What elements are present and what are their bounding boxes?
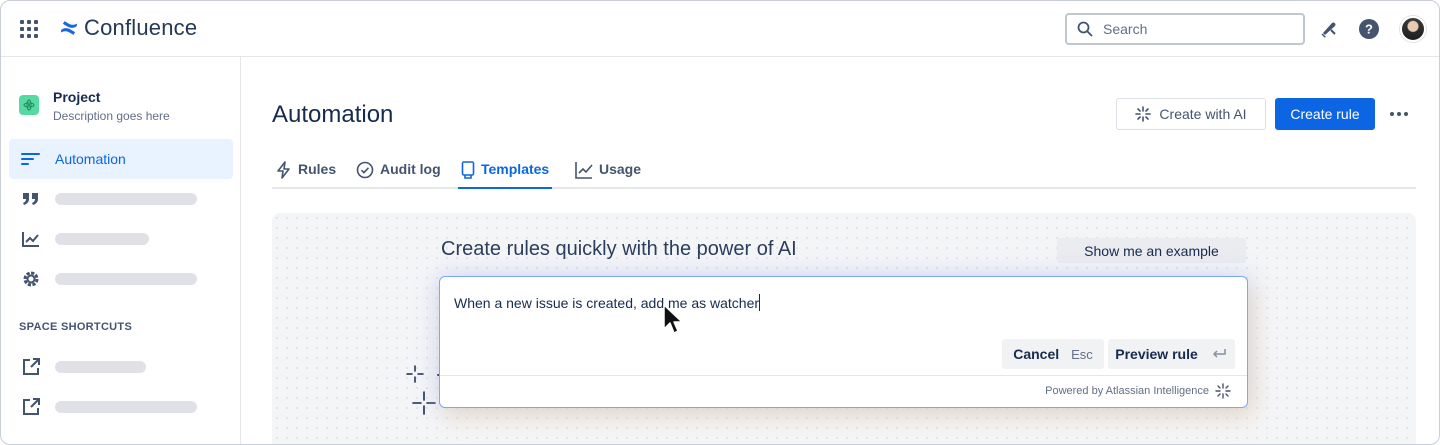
shortcut-item[interactable] <box>9 347 233 387</box>
placeholder-skeleton <box>55 361 146 373</box>
sidebar-item-automation[interactable]: Automation <box>9 139 233 179</box>
preview-rule-label: Preview rule <box>1115 346 1198 362</box>
app-name: Confluence <box>84 15 198 40</box>
powered-by-text: Powered by Atlassian Intelligence <box>1045 385 1209 397</box>
ai-panel-heading: Create rules quickly with the power of A… <box>441 238 797 260</box>
sidebar-item-label: Automation <box>55 151 126 167</box>
search-input[interactable] <box>1103 21 1283 37</box>
tab-rules[interactable]: Rules <box>276 161 336 189</box>
app-switcher-icon[interactable] <box>20 20 38 38</box>
atom-icon <box>23 99 35 111</box>
help-button[interactable]: ? <box>1357 17 1381 41</box>
placeholder-skeleton <box>55 233 149 245</box>
text-caret <box>759 294 761 311</box>
tab-label: Usage <box>599 161 642 177</box>
tab-templates[interactable]: Templates <box>458 161 553 189</box>
create-rule-button[interactable]: Create rule <box>1275 98 1375 130</box>
template-icon <box>461 161 475 179</box>
ai-prompt-card: When a new issue is created, add me as w… <box>439 276 1248 408</box>
search-box[interactable] <box>1065 13 1305 45</box>
more-options-icon[interactable] <box>1387 105 1411 123</box>
placeholder-skeleton <box>55 273 197 285</box>
tab-audit-log[interactable]: Audit log <box>356 161 441 189</box>
project-description: Description goes here <box>53 109 170 123</box>
prompt-input-text: When a new issue is created, add me as w… <box>454 295 760 311</box>
svg-text:?: ? <box>1365 22 1373 37</box>
sidebar-item-quotes[interactable] <box>9 179 233 219</box>
sparkle-icon <box>412 391 436 415</box>
notification-bell-icon <box>1321 22 1336 38</box>
prompt-card-footer: Powered by Atlassian Intelligence <box>440 375 1247 407</box>
sidebar: Project Description goes here Automation <box>1 57 241 444</box>
tab-label: Templates <box>481 161 550 177</box>
shortcut-item[interactable] <box>9 387 233 427</box>
bolt-icon <box>277 161 290 179</box>
sidebar-item-settings[interactable] <box>9 259 233 299</box>
sparkle-icon <box>406 365 424 383</box>
user-avatar[interactable] <box>1400 16 1426 42</box>
project-title: Project <box>53 89 101 105</box>
check-circle-icon <box>356 161 374 179</box>
project-icon <box>19 95 39 115</box>
tab-usage[interactable]: Usage <box>575 161 641 189</box>
tab-label: Audit log <box>380 161 441 177</box>
prompt-input[interactable]: When a new issue is created, add me as w… <box>454 294 761 311</box>
lines-icon <box>21 153 40 165</box>
cancel-button[interactable]: Cancel Esc <box>1002 339 1104 369</box>
confluence-logo[interactable]: Confluence <box>60 15 197 41</box>
notifications-button[interactable] <box>1317 17 1341 41</box>
trend-icon <box>575 162 593 179</box>
tab-bar: Rules Audit log Templates Usage <box>272 153 1416 189</box>
space-shortcuts-heading: SPACE SHORTCUTS <box>19 321 133 333</box>
chart-icon <box>22 232 39 247</box>
escape-key-hint: Esc <box>1071 346 1093 362</box>
tab-label: Rules <box>298 161 337 177</box>
gear-icon <box>23 271 39 287</box>
confluence-mark-icon <box>61 21 77 35</box>
atlassian-intelligence-icon <box>1215 383 1231 399</box>
project-header[interactable]: Project Description goes here <box>19 89 170 123</box>
placeholder-skeleton <box>55 193 197 205</box>
placeholder-skeleton <box>55 401 197 413</box>
help-icon: ? <box>1359 19 1379 39</box>
top-navigation: Confluence ? <box>1 1 1439 57</box>
quote-icon <box>23 193 38 205</box>
show-example-button[interactable]: Show me an example <box>1057 238 1246 263</box>
app-window: Confluence ? <box>0 0 1440 445</box>
sidebar-item-reports[interactable] <box>9 219 233 259</box>
mouse-cursor-icon <box>663 304 683 334</box>
external-link-icon <box>23 398 40 415</box>
page-title: Automation <box>272 101 394 128</box>
ai-sparkle-icon <box>1135 106 1152 122</box>
cancel-label: Cancel <box>1013 346 1060 362</box>
external-link-icon <box>23 358 40 375</box>
create-with-ai-label: Create with AI <box>1159 106 1247 122</box>
enter-key-icon <box>1212 349 1226 358</box>
create-with-ai-button[interactable]: Create with AI <box>1116 98 1266 130</box>
search-icon <box>1077 21 1093 37</box>
preview-rule-button[interactable]: Preview rule <box>1108 339 1235 369</box>
